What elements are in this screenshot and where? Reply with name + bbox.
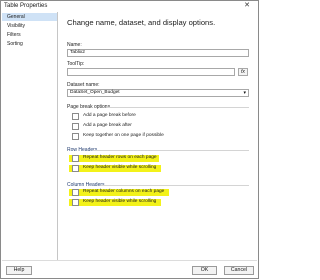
tooltip-label: ToolTip: <box>67 61 85 67</box>
checkbox-label: Keep header visible while scrolling <box>83 199 157 204</box>
checkbox-label: Repeat header columns on each page <box>83 189 165 194</box>
checkbox-label: Repeat header rows on each page <box>83 155 157 160</box>
checkbox[interactable] <box>72 112 79 120</box>
keep-together-checkbox[interactable]: Keep together on one page if possible <box>72 132 164 140</box>
window-title: Table Properties <box>4 3 48 9</box>
section-divider <box>107 107 249 108</box>
checkbox-label: Add a page break before <box>83 113 136 118</box>
sidebar-item-visibility[interactable]: Visibility <box>2 22 57 30</box>
tooltip-field[interactable] <box>67 68 235 76</box>
row-keep-header-visible-checkbox[interactable]: Keep header visible while scrolling <box>72 164 156 172</box>
title-bar: Table Properties ✕ <box>1 1 258 12</box>
page-title: Change name, dataset, and display option… <box>67 18 216 27</box>
sidebar-item-general[interactable]: General <box>2 13 57 21</box>
sidebar-item-sorting[interactable]: Sorting <box>2 40 57 48</box>
dataset-select[interactable]: DataSet_Open_Budget ▾ <box>67 89 249 97</box>
checkbox[interactable] <box>72 122 79 130</box>
checkbox-label: Keep together on one page if possible <box>83 133 164 138</box>
name-label: Name: <box>67 42 82 48</box>
table-properties-dialog: Table Properties ✕ General Visibility Fi… <box>0 0 259 279</box>
help-button[interactable]: Help <box>6 266 32 275</box>
sidebar-item-filters[interactable]: Filters <box>2 31 57 39</box>
page-break-before-checkbox[interactable]: Add a page break before <box>72 112 136 120</box>
checkbox-label: Add a page break after <box>83 123 132 128</box>
dialog-footer: Help OK Cancel <box>2 260 257 280</box>
dataset-value: DataSet_Open_Budget <box>70 90 120 95</box>
general-panel: Change name, dataset, and display option… <box>63 12 253 260</box>
checkbox[interactable] <box>72 188 79 196</box>
section-divider <box>101 185 249 186</box>
section-divider <box>93 150 249 151</box>
page-break-section-title: Page break options <box>67 104 111 110</box>
column-keep-header-visible-checkbox[interactable]: Keep header visible while scrolling <box>72 198 156 206</box>
chevron-down-icon: ▾ <box>243 90 246 96</box>
expression-button[interactable]: fx <box>238 68 248 76</box>
checkbox[interactable] <box>72 198 79 206</box>
checkbox-label: Keep header visible while scrolling <box>83 165 157 170</box>
cancel-button[interactable]: Cancel <box>224 266 254 275</box>
checkbox[interactable] <box>72 164 79 172</box>
checkbox[interactable] <box>72 132 79 140</box>
repeat-header-columns-checkbox[interactable]: Repeat header columns on each page <box>72 188 164 196</box>
checkbox[interactable] <box>72 154 79 162</box>
name-field[interactable]: Tablix2 <box>67 49 249 57</box>
dataset-label: Dataset name: <box>67 82 100 88</box>
repeat-header-rows-checkbox[interactable]: Repeat header rows on each page <box>72 154 157 162</box>
page-break-after-checkbox[interactable]: Add a page break after <box>72 122 132 130</box>
ok-button[interactable]: OK <box>192 266 217 275</box>
close-icon[interactable]: ✕ <box>240 2 254 10</box>
sidebar: General Visibility Filters Sorting <box>2 12 58 260</box>
